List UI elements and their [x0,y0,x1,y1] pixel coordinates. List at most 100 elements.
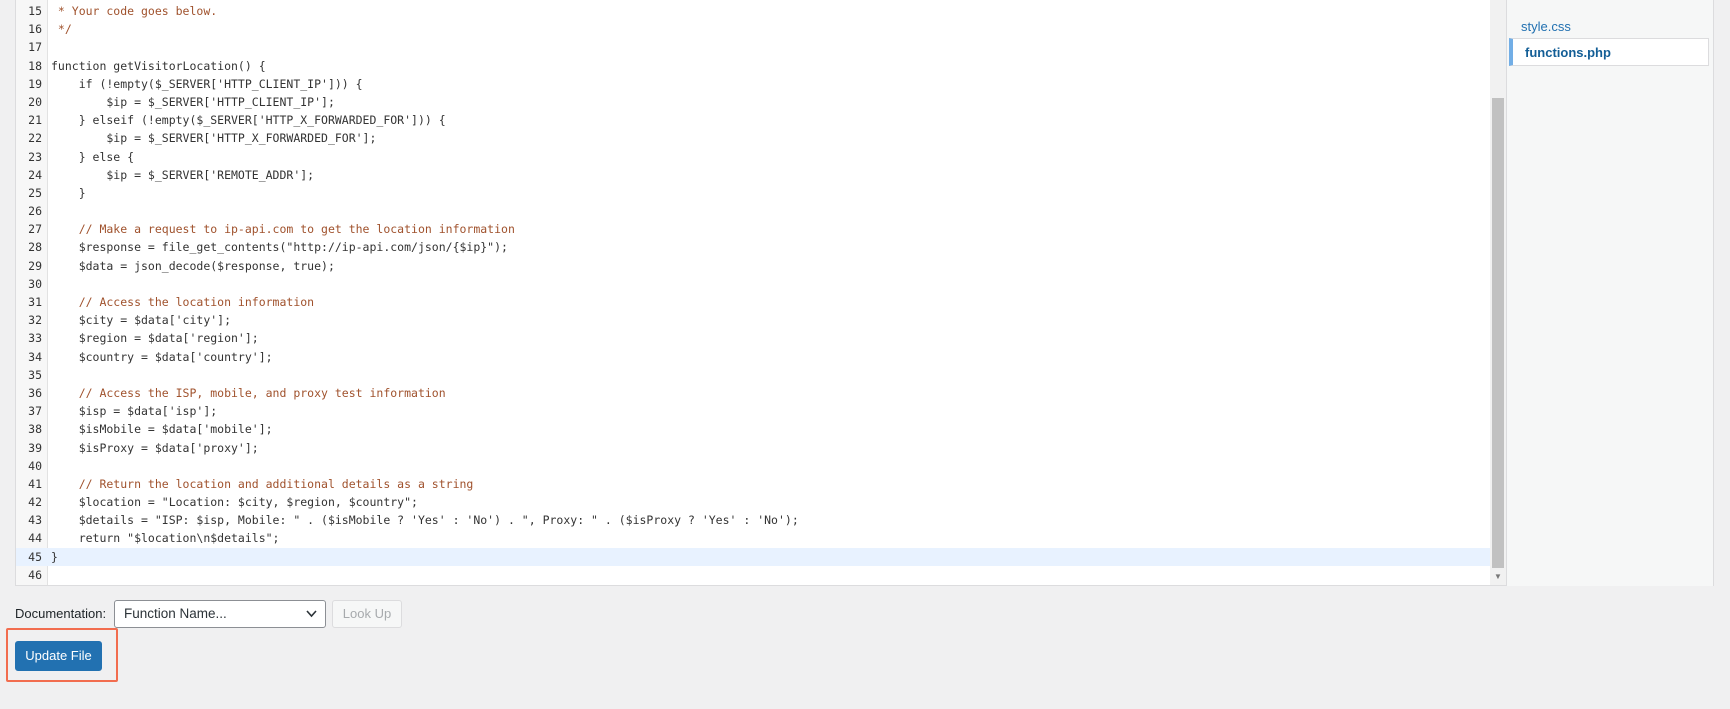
line-number: 35 [28,367,42,382]
code-line[interactable]: 27 // Make a request to ip-api.com to ge… [16,220,1490,238]
code-line[interactable]: 16 */ [16,20,1490,38]
line-number: 21 [28,113,42,128]
code-line[interactable]: 38 $isMobile = $data['mobile']; [16,420,1490,438]
file-item-functions-php[interactable]: functions.php [1509,38,1709,66]
line-number: 38 [28,422,42,437]
line-number: 25 [28,185,42,200]
line-text: } else { [51,149,135,164]
line-text: $data = json_decode($response, true); [51,258,335,273]
line-number: 33 [28,331,42,346]
code-line[interactable]: 40 [16,457,1490,475]
code-line[interactable]: 39 $isProxy = $data['proxy']; [16,439,1490,457]
line-text: // Access the location information [51,295,315,309]
editor-vertical-scrollbar[interactable]: ▼ [1490,0,1506,585]
code-line[interactable]: 23 } else { [16,148,1490,166]
line-text: if (!empty($_SERVER['HTTP_CLIENT_IP'])) … [51,76,363,91]
line-number: 41 [28,476,42,491]
line-number: 28 [28,240,42,255]
line-text: $response = file_get_contents("http://ip… [51,240,508,255]
line-text: $ip = $_SERVER['REMOTE_ADDR']; [51,167,315,182]
line-text: * Your code goes below. [51,4,218,18]
line-number: 17 [28,40,42,55]
code-line[interactable]: 44 return "$location\n$details"; [16,529,1490,547]
code-line[interactable]: 41 // Return the location and additional… [16,475,1490,493]
chevron-down-icon [306,601,317,637]
line-text: $isp = $data['isp']; [51,404,218,419]
line-number: 31 [28,295,42,309]
line-text: */ [51,22,72,37]
code-line[interactable]: 46 [16,566,1490,584]
line-text: // Return the location and additional de… [51,476,474,491]
line-text: $region = $data['region']; [51,331,259,346]
code-line[interactable]: 34 $country = $data['country']; [16,348,1490,366]
code-line[interactable]: 21 } elseif (!empty($_SERVER['HTTP_X_FOR… [16,111,1490,129]
code-editor[interactable]: 15 * Your code goes below. 16 */17 18 funct… [15,0,1507,586]
line-number: 27 [28,222,42,237]
code-line[interactable]: 20 $ip = $_SERVER['HTTP_CLIENT_IP']; [16,93,1490,111]
code-line[interactable]: 22 $ip = $_SERVER['HTTP_X_FORWARDED_FOR'… [16,129,1490,147]
code-line[interactable]: 15 * Your code goes below. [16,2,1490,20]
scrollbar-thumb[interactable] [1492,98,1504,568]
line-number: 16 [28,22,42,37]
line-number: 18 [28,58,42,73]
line-text: $location = "Location: $city, $region, $… [51,495,418,510]
line-text: $details = "ISP: $isp, Mobile: " . ($isM… [51,513,799,528]
line-text: // Access the ISP, mobile, and proxy tes… [51,385,446,400]
code-line[interactable]: 36 // Access the ISP, mobile, and proxy … [16,384,1490,402]
code-line[interactable]: 45} [16,547,1490,566]
scroll-down-arrow-icon[interactable]: ▼ [1490,571,1506,583]
look-up-button[interactable]: Look Up [332,600,402,628]
theme-files-panel: style.css functions.php [1507,0,1714,586]
line-number: 34 [28,349,42,364]
line-number: 19 [28,76,42,91]
code-lines[interactable]: 15 * Your code goes below. 16 */17 18 funct… [16,2,1490,584]
code-line[interactable]: 43 $details = "ISP: $isp, Mobile: " . ($… [16,511,1490,529]
code-line[interactable]: 32 $city = $data['city']; [16,311,1490,329]
line-text: function getVisitorLocation() { [51,58,266,73]
code-line[interactable]: 24 $ip = $_SERVER['REMOTE_ADDR']; [16,166,1490,184]
line-number: 30 [28,276,42,291]
documentation-label: Documentation: [15,606,107,621]
line-text: $city = $data['city']; [51,313,232,328]
line-text: $isMobile = $data['mobile']; [51,422,273,437]
line-text: return "$location\n$details"; [51,531,280,546]
code-line[interactable]: 31 // Access the location information [16,293,1490,311]
line-text: $isProxy = $data['proxy']; [51,440,259,455]
line-text: } elseif (!empty($_SERVER['HTTP_X_FORWAR… [51,113,446,128]
line-number: 42 [28,495,42,510]
code-line[interactable]: 35 [16,366,1490,384]
line-text: $country = $data['country']; [51,349,273,364]
function-name-select-value: Function Name... [124,606,227,621]
code-line[interactable]: 19 if (!empty($_SERVER['HTTP_CLIENT_IP']… [16,75,1490,93]
code-line[interactable]: 42 $location = "Location: $city, $region… [16,493,1490,511]
code-line[interactable]: 30 [16,275,1490,293]
code-line[interactable]: 37 $isp = $data['isp']; [16,402,1490,420]
file-item-style-css[interactable]: style.css [1509,13,1709,41]
line-number: 32 [28,313,42,328]
line-number: 44 [28,531,42,546]
update-file-button[interactable]: Update File [15,641,102,671]
line-number: 22 [28,131,42,146]
line-number: 39 [28,440,42,455]
line-number: 26 [28,204,42,219]
line-number: 36 [28,385,42,400]
code-line[interactable]: 17 [16,38,1490,56]
line-text: // Make a request to ip-api.com to get t… [51,222,515,237]
line-number: 43 [28,513,42,528]
code-line[interactable]: 33 $region = $data['region']; [16,329,1490,347]
code-line[interactable]: 28 $response = file_get_contents("http:/… [16,238,1490,256]
line-number: 20 [28,94,42,109]
line-number: 37 [28,404,42,419]
code-line[interactable]: 25 } [16,184,1490,202]
line-number: 40 [28,458,42,473]
function-name-select[interactable]: Function Name... [114,600,326,628]
code-line[interactable]: 29 $data = json_decode($response, true); [16,257,1490,275]
line-number: 24 [28,167,42,182]
line-number: 29 [28,258,42,273]
line-number: 45 [28,549,42,564]
line-number: 15 [28,4,42,18]
line-text: $ip = $_SERVER['HTTP_X_FORWARDED_FOR']; [51,131,377,146]
code-line[interactable]: 26 [16,202,1490,220]
code-line[interactable]: 18 function getVisitorLocation() { [16,57,1490,75]
line-number: 23 [28,149,42,164]
